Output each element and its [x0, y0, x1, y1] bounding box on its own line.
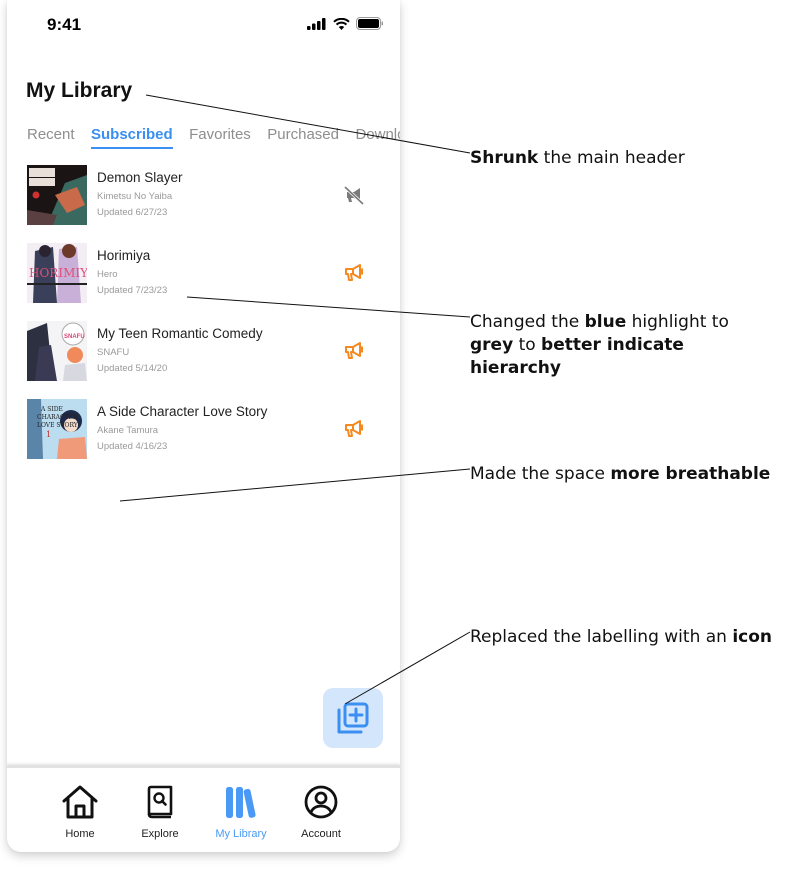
item-title: My Teen Romantic Comedy	[97, 326, 263, 341]
bottom-navigation: Home Explore My Library Account	[7, 765, 400, 852]
item-updated: Updated 7/23/23	[97, 285, 168, 296]
item-subtitle: SNAFU	[97, 347, 130, 358]
phone-screen: 9:41 My Library Recent Subscribed Favori…	[7, 0, 400, 852]
item-title: A Side Character Love Story	[97, 404, 268, 419]
list-item[interactable]: A SIDE CHARACTER LOVE STORY 1 A Side Cha…	[27, 399, 382, 477]
tab-recent[interactable]: Recent	[27, 126, 75, 149]
nav-home[interactable]: Home	[40, 784, 120, 840]
item-updated: Updated 4/16/23	[97, 441, 168, 452]
list-item[interactable]: Demon Slayer Kimetsu No Yaiba Updated 6/…	[27, 165, 382, 243]
nav-label-account: Account	[301, 828, 341, 840]
signal-icon	[307, 17, 326, 30]
svg-text:1: 1	[46, 430, 51, 439]
item-updated: Updated 6/27/23	[97, 207, 168, 218]
svg-text:LOVE STORY: LOVE STORY	[37, 422, 79, 429]
tab-favorites[interactable]: Favorites	[189, 126, 251, 149]
megaphone-icon[interactable]	[342, 339, 366, 363]
account-icon	[304, 785, 338, 819]
library-books-icon	[226, 787, 256, 818]
list-item[interactable]: HORIMIYA Horimiya Hero Updated 7/23/23	[27, 243, 382, 321]
library-list: Demon Slayer Kimetsu No Yaiba Updated 6/…	[27, 165, 382, 477]
cover-image-horimiya: HORIMIYA	[27, 243, 87, 303]
tab-downloads[interactable]: Downloads	[355, 126, 400, 149]
cover-image-demon-slayer	[27, 165, 87, 225]
list-item[interactable]: SNAFU My Teen Romantic Comedy SNAFU Upda…	[27, 321, 382, 399]
wifi-icon	[333, 17, 350, 30]
page-title: My Library	[26, 79, 133, 102]
annotation-icon: Replaced the labelling with an icon	[470, 627, 773, 647]
library-tabs: Recent Subscribed Favorites Purchased Do…	[27, 126, 400, 152]
nav-label-home: Home	[65, 828, 95, 840]
item-title: Horimiya	[97, 248, 151, 263]
nav-my-library[interactable]: My Library	[201, 784, 281, 840]
item-updated: Updated 5/14/20	[97, 363, 168, 374]
add-to-library-icon	[337, 702, 369, 734]
status-time: 9:41	[47, 15, 82, 34]
item-subtitle: Hero	[97, 269, 118, 280]
annotation-highlight: Changed the blue highlight to grey to be…	[470, 312, 729, 378]
tab-purchased[interactable]: Purchased	[267, 126, 339, 149]
nav-label-my-library: My Library	[215, 828, 267, 840]
add-to-library-button[interactable]	[323, 688, 383, 748]
item-subtitle: Kimetsu No Yaiba	[97, 191, 173, 202]
nav-account[interactable]: Account	[281, 784, 361, 840]
home-icon	[62, 785, 98, 819]
megaphone-icon[interactable]	[342, 417, 366, 441]
nav-explore[interactable]: Explore	[120, 784, 200, 840]
annotation-header: Shrunk the main header	[470, 148, 685, 168]
battery-icon	[356, 17, 383, 30]
nav-label-explore: Explore	[141, 828, 179, 840]
svg-text:CHARACTER: CHARACTER	[37, 414, 78, 421]
annotation-space: Made the space more breathable	[470, 464, 771, 484]
megaphone-muted-icon[interactable]	[342, 183, 366, 207]
svg-text:A SIDE: A SIDE	[40, 406, 63, 413]
svg-text:HORIMIYA: HORIMIYA	[29, 266, 87, 280]
status-icons	[307, 17, 384, 30]
cover-image-my-teen-romantic-comedy: SNAFU	[27, 321, 87, 381]
tab-subscribed[interactable]: Subscribed	[90, 126, 173, 149]
status-bar: 9:41	[7, 0, 400, 50]
item-title: Demon Slayer	[97, 170, 183, 185]
megaphone-icon[interactable]	[342, 261, 366, 285]
explore-book-icon	[147, 785, 173, 819]
svg-text:SNAFU: SNAFU	[64, 334, 85, 340]
cover-image-a-side-character-love-story: A SIDE CHARACTER LOVE STORY 1	[27, 399, 87, 459]
item-subtitle: Akane Tamura	[97, 425, 159, 436]
